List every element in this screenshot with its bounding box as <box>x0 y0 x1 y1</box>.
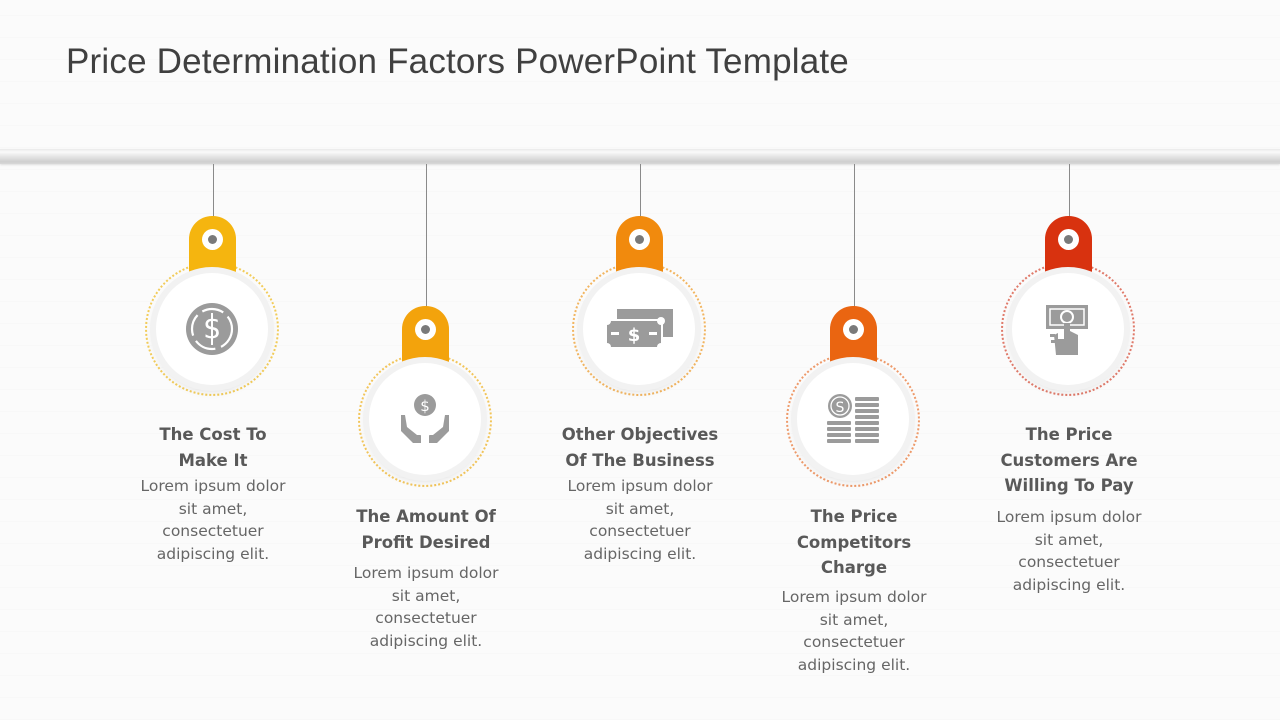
description-line: sit amet, <box>1034 530 1104 549</box>
description-line: Lorem ipsum dolor <box>353 564 499 582</box>
heading-line: Customers Are <box>1000 450 1138 470</box>
description-line: Lorem ipsum dolor <box>567 477 713 495</box>
factor-heading: Other Objectives Of The Business <box>540 422 740 473</box>
heading-line: Of The Business <box>565 450 715 470</box>
factor-description: Lorem ipsum dolor sit amet, consectetuer… <box>969 506 1169 596</box>
heading-line: Other Objectives <box>561 425 719 444</box>
description-line: consectetuer <box>589 522 691 540</box>
description-line: adipiscing elit. <box>797 655 911 674</box>
tag-hole <box>415 319 436 340</box>
heading-line: Competitors <box>796 532 912 552</box>
description-line: consectetuer <box>162 522 264 540</box>
slide-title: Price Determination Factors PowerPoint T… <box>66 42 849 81</box>
icon-disc <box>1012 273 1124 385</box>
factor-heading: The Cost To Make It <box>113 422 313 473</box>
description-line: Lorem ipsum dolor <box>781 588 927 606</box>
banknotes-icon: $ <box>603 309 673 351</box>
factor-heading: The Price Customers Are Willing To Pay <box>969 422 1169 499</box>
description-line: adipiscing elit. <box>369 631 483 650</box>
factor-description: Lorem ipsum dolor sit amet, consectetuer… <box>113 475 313 565</box>
dollar-coin-icon: S <box>186 303 238 355</box>
hanging-rail <box>0 149 1280 164</box>
hand-with-bill-icon <box>1046 305 1088 355</box>
heading-line: Willing To Pay <box>1004 476 1134 495</box>
description-line: sit amet, <box>605 499 675 518</box>
description-line: consectetuer <box>1018 553 1120 571</box>
description-line: consectetuer <box>803 633 905 651</box>
hanging-string <box>425 164 427 324</box>
description-line: Lorem ipsum dolor <box>140 477 286 495</box>
factor-description: Lorem ipsum dolor sit amet, consectetuer… <box>326 562 526 652</box>
description-line: adipiscing elit. <box>156 544 270 563</box>
heading-line: Profit Desired <box>361 532 491 552</box>
heading-line: The Price <box>1025 425 1113 444</box>
factor-description: Lorem ipsum dolor sit amet, consectetuer… <box>754 586 954 676</box>
factor-heading: The Amount Of Profit Desired <box>326 504 526 555</box>
svg-text:$: $ <box>420 397 430 415</box>
heading-line: Make It <box>178 450 248 470</box>
heading-line: The Amount Of <box>356 507 496 526</box>
heading-line: The Price <box>810 507 898 526</box>
icon-disc: S <box>797 363 909 475</box>
svg-text:$: $ <box>628 325 641 346</box>
description-line: sit amet, <box>819 610 889 629</box>
icon-disc: $ <box>369 363 481 475</box>
hands-holding-coin-icon: $ <box>401 394 449 443</box>
tag-hole <box>1058 229 1079 250</box>
heading-line: The Cost To <box>159 425 267 444</box>
factor-description: Lorem ipsum dolor sit amet, consectetuer… <box>540 475 740 565</box>
description-line: Lorem ipsum dolor <box>996 508 1142 526</box>
tag-hole <box>202 229 223 250</box>
svg-text:S: S <box>836 400 845 416</box>
description-line: adipiscing elit. <box>583 544 697 563</box>
heading-line: Charge <box>820 558 888 577</box>
description-line: sit amet, <box>178 499 248 518</box>
coin-stacks-icon: S <box>827 394 879 443</box>
description-line: sit amet, <box>391 586 461 605</box>
tag-hole <box>843 319 864 340</box>
icon-disc: $ <box>583 273 695 385</box>
hanging-string <box>853 164 855 324</box>
icon-disc: S <box>156 273 268 385</box>
tag-hole <box>629 229 650 250</box>
description-line: consectetuer <box>375 609 477 627</box>
description-line: adipiscing elit. <box>1012 575 1126 594</box>
factor-heading: The Price Competitors Charge <box>754 504 954 581</box>
